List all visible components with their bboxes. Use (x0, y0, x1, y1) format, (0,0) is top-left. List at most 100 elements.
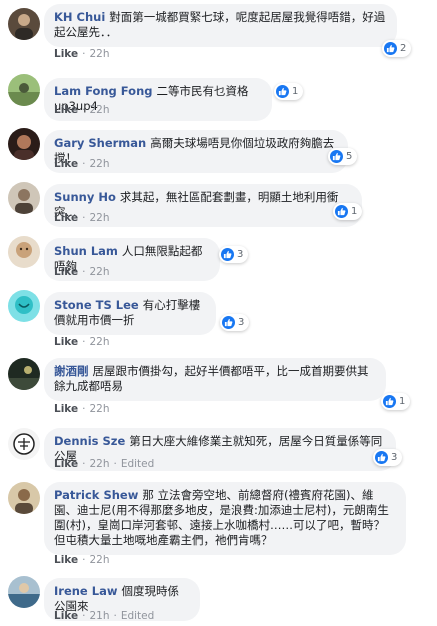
avatar[interactable] (8, 358, 40, 390)
reaction-count[interactable]: 5 (328, 148, 358, 165)
comment-author[interactable]: Lam Fong Fong (54, 84, 153, 98)
like-link[interactable]: Like (54, 458, 78, 470)
comment-author[interactable]: KH Chui (54, 10, 105, 24)
comment-author[interactable]: Shun Lam (54, 244, 118, 258)
comment-item: Lam Fong Fong 二等市民有乜資格up3up4 1 Like · 22h (0, 66, 437, 122)
comment-bubble: Stone TS Lee 有心打擊樓價就用市價一折 (44, 292, 216, 335)
reaction-number: 5 (346, 151, 353, 162)
user-avatar (8, 236, 40, 268)
comment-author[interactable]: Gary Sherman (54, 136, 146, 150)
comment-item: Patrick Shew 那 立法會旁空地、前總督府(禮賓府花園)、維園、迪士尼(… (0, 476, 437, 568)
timestamp[interactable]: 22h (89, 554, 109, 566)
timestamp[interactable]: 22h (89, 48, 109, 60)
separator: · (82, 610, 86, 622)
avatar[interactable] (8, 576, 40, 608)
separator: · (113, 458, 117, 470)
comment-item: Stone TS Lee 有心打擊樓價就用市價一折 3 Like · 22h (0, 286, 437, 352)
comment-text: 居屋跟市價掛勾，起好半價都唔平，比一成首期要供其餘九成都唔易 (54, 364, 369, 393)
like-link[interactable]: Like (54, 48, 78, 60)
reaction-count[interactable]: 2 (382, 40, 412, 57)
user-avatar (8, 576, 40, 608)
separator: · (82, 403, 86, 415)
comment-item: Gary Sherman 高爾夫球場唔見你個垃圾政府夠膽去搅！ 5 Like · 22… (0, 122, 437, 178)
avatar[interactable] (8, 428, 40, 460)
comment-author[interactable]: 謝酒剛 (54, 364, 89, 378)
avatar[interactable] (8, 236, 40, 268)
avatar[interactable] (8, 290, 40, 322)
avatar[interactable] (8, 8, 40, 40)
comment-meta: Like · 21h · Edited (54, 610, 154, 622)
user-avatar (8, 358, 40, 390)
thumbs-up-icon (276, 85, 289, 98)
reaction-number: 2 (400, 43, 407, 54)
edited-label[interactable]: Edited (121, 610, 154, 622)
timestamp[interactable]: 22h (89, 266, 109, 278)
thumbs-up-icon (383, 395, 396, 408)
reaction-number: 3 (237, 249, 244, 260)
like-link[interactable]: Like (54, 158, 78, 170)
like-link[interactable]: Like (54, 336, 78, 348)
comment-bubble: Patrick Shew 那 立法會旁空地、前總督府(禮賓府花園)、維園、迪士尼(… (44, 482, 406, 555)
reaction-number: 3 (391, 452, 398, 463)
timestamp[interactable]: 21h (89, 610, 109, 622)
like-link[interactable]: Like (54, 104, 78, 116)
reaction-number: 1 (351, 206, 358, 217)
comment-item: KH Chui 對面第一城都買緊七球，呢度起居屋我覺得唔錯，好過起公屋先．． 2 … (0, 0, 437, 66)
timestamp[interactable]: 22h (89, 336, 109, 348)
comment-author[interactable]: Irene Law (54, 584, 117, 598)
avatar[interactable] (8, 74, 40, 106)
user-avatar (8, 428, 40, 460)
like-link[interactable]: Like (54, 266, 78, 278)
reaction-count[interactable]: 1 (333, 203, 363, 220)
user-avatar (8, 290, 40, 322)
comment-item: 謝酒剛 居屋跟市價掛勾，起好半價都唔平，比一成首期要供其餘九成都唔易 1 Like… (0, 352, 437, 420)
edited-label[interactable]: Edited (121, 458, 154, 470)
separator: · (82, 104, 86, 116)
comment-meta: Like · 22h (54, 336, 109, 348)
reaction-count[interactable]: 1 (274, 83, 304, 100)
comment-meta: Like · 22h (54, 104, 109, 116)
comment-item: Irene Law 個度現時係公園來 Like · 21h · Edited (0, 572, 437, 626)
like-link[interactable]: Like (54, 554, 78, 566)
avatar[interactable] (8, 482, 40, 514)
timestamp[interactable]: 22h (89, 212, 109, 224)
comment-author[interactable]: Sunny Ho (54, 190, 116, 204)
thumbs-up-icon (221, 248, 234, 261)
comment-item: Shun Lam 人口無限點起都唔夠 3 Like · 22h (0, 232, 437, 286)
thumbs-up-icon (222, 316, 235, 329)
avatar[interactable] (8, 128, 40, 160)
reaction-number: 3 (238, 317, 245, 328)
comment-author[interactable]: Dennis Sze (54, 434, 125, 448)
comment-author[interactable]: Patrick Shew (54, 488, 138, 502)
user-avatar (8, 8, 40, 40)
comment-author[interactable]: Stone TS Lee (54, 298, 139, 312)
comment-meta: Like · 22h (54, 403, 109, 415)
reaction-count[interactable]: 1 (381, 393, 411, 410)
thumbs-up-icon (384, 42, 397, 55)
reaction-count[interactable]: 3 (373, 449, 403, 466)
timestamp[interactable]: 22h (89, 403, 109, 415)
user-avatar (8, 128, 40, 160)
like-link[interactable]: Like (54, 403, 78, 415)
user-avatar (8, 74, 40, 106)
comment-meta: Like · 22h (54, 266, 109, 278)
separator: · (82, 48, 86, 60)
reaction-count[interactable]: 3 (219, 246, 249, 263)
reaction-count[interactable]: 3 (220, 314, 250, 331)
like-link[interactable]: Like (54, 610, 78, 622)
comment-bubble: KH Chui 對面第一城都買緊七球，呢度起居屋我覺得唔錯，好過起公屋先．． (44, 4, 397, 47)
thumbs-up-icon (375, 451, 388, 464)
comment-bubble: 謝酒剛 居屋跟市價掛勾，起好半價都唔平，比一成首期要供其餘九成都唔易 (44, 358, 386, 401)
timestamp[interactable]: 22h (89, 158, 109, 170)
separator: · (82, 554, 86, 566)
separator: · (113, 610, 117, 622)
timestamp[interactable]: 22h (89, 458, 109, 470)
like-link[interactable]: Like (54, 212, 78, 224)
avatar[interactable] (8, 182, 40, 214)
comment-item: Dennis Sze 第日大座大維修業主就知死，居屋今日質量係等同公屋 3 Lik… (0, 420, 437, 476)
timestamp[interactable]: 22h (89, 104, 109, 116)
separator: · (82, 458, 86, 470)
thumbs-up-icon (330, 150, 343, 163)
reaction-number: 1 (399, 396, 406, 407)
separator: · (82, 266, 86, 278)
